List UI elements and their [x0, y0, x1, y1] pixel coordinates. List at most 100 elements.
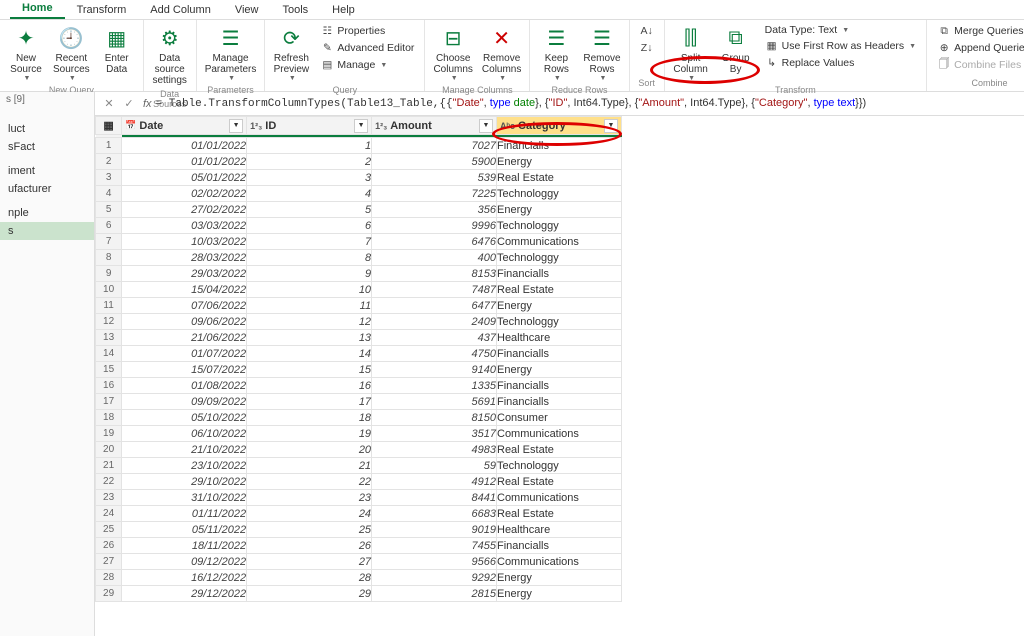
cell-category[interactable]: Technologgy: [497, 458, 622, 474]
cell-category[interactable]: Technologgy: [497, 218, 622, 234]
cell-category[interactable]: Financialls: [497, 138, 622, 154]
cell-amount[interactable]: 7027: [372, 138, 497, 154]
replace-values-button[interactable]: ↳Replace Values: [761, 55, 920, 71]
cell-date[interactable]: 27/02/2022: [122, 202, 247, 218]
manage-parameters-button[interactable]: ☰ ManageParameters ▼: [201, 22, 261, 84]
formula-text[interactable]: = Table.TransformColumnTypes(Table13_Tab…: [156, 97, 1020, 110]
cell-date[interactable]: 01/07/2022: [122, 346, 247, 362]
table-row[interactable]: 2331/10/2022238441Communications: [96, 490, 622, 506]
cell-id[interactable]: 14: [247, 346, 372, 362]
cell-amount[interactable]: 9292: [372, 570, 497, 586]
cell-amount[interactable]: 5691: [372, 394, 497, 410]
manage-button[interactable]: ▤Manage▼: [316, 57, 418, 73]
recent-sources-button[interactable]: 🕘 RecentSources ▼: [49, 22, 94, 84]
cell-id[interactable]: 27: [247, 554, 372, 570]
cell-amount[interactable]: 6683: [372, 506, 497, 522]
data-type-button[interactable]: Data Type: Text▼: [761, 23, 920, 37]
cell-category[interactable]: Energy: [497, 362, 622, 378]
cell-category[interactable]: Energy: [497, 586, 622, 602]
table-row[interactable]: 1107/06/2022116477Energy: [96, 298, 622, 314]
cell-category[interactable]: Financialls: [497, 394, 622, 410]
table-row[interactable]: 1401/07/2022144750Financialls: [96, 346, 622, 362]
cell-category[interactable]: Energy: [497, 154, 622, 170]
cell-date[interactable]: 15/04/2022: [122, 282, 247, 298]
cell-date[interactable]: 10/03/2022: [122, 234, 247, 250]
column-header-amount[interactable]: 1²₃Amount▼: [372, 117, 497, 135]
cell-amount[interactable]: 4912: [372, 474, 497, 490]
cell-id[interactable]: 5: [247, 202, 372, 218]
query-item[interactable]: nple: [0, 204, 94, 222]
cell-id[interactable]: 26: [247, 538, 372, 554]
advanced-editor-button[interactable]: ✎Advanced Editor: [316, 40, 418, 56]
tab-view[interactable]: View: [223, 1, 271, 19]
cell-id[interactable]: 11: [247, 298, 372, 314]
cell-category[interactable]: Real Estate: [497, 474, 622, 490]
cell-category[interactable]: Healthcare: [497, 522, 622, 538]
cell-date[interactable]: 01/01/2022: [122, 154, 247, 170]
cell-amount[interactable]: 4750: [372, 346, 497, 362]
cell-date[interactable]: 29/12/2022: [122, 586, 247, 602]
tab-help[interactable]: Help: [320, 1, 367, 19]
cell-date[interactable]: 23/10/2022: [122, 458, 247, 474]
refresh-preview-button[interactable]: ⟳ RefreshPreview ▼: [269, 22, 313, 84]
cell-id[interactable]: 4: [247, 186, 372, 202]
cell-amount[interactable]: 6476: [372, 234, 497, 250]
cell-amount[interactable]: 8150: [372, 410, 497, 426]
query-item[interactable]: luct: [0, 120, 94, 138]
cell-amount[interactable]: 356: [372, 202, 497, 218]
table-row[interactable]: 2021/10/2022204983Real Estate: [96, 442, 622, 458]
cell-amount[interactable]: 7455: [372, 538, 497, 554]
table-row[interactable]: 201/01/202225900Energy: [96, 154, 622, 170]
remove-columns-button[interactable]: ✕ RemoveColumns ▼: [478, 22, 525, 84]
cell-id[interactable]: 7: [247, 234, 372, 250]
cell-amount[interactable]: 8153: [372, 266, 497, 282]
cell-id[interactable]: 12: [247, 314, 372, 330]
cell-amount[interactable]: 8441: [372, 490, 497, 506]
cell-category[interactable]: Energy: [497, 570, 622, 586]
new-source-button[interactable]: ✦ NewSource ▼: [4, 22, 48, 84]
cell-id[interactable]: 29: [247, 586, 372, 602]
cell-category[interactable]: Financialls: [497, 266, 622, 282]
filter-button[interactable]: ▼: [479, 119, 493, 133]
properties-button[interactable]: ☷Properties: [316, 23, 418, 39]
cell-category[interactable]: Energy: [497, 298, 622, 314]
cell-id[interactable]: 21: [247, 458, 372, 474]
query-item[interactable]: sFact: [0, 138, 94, 156]
cell-date[interactable]: 21/10/2022: [122, 442, 247, 458]
cell-category[interactable]: Communications: [497, 554, 622, 570]
cell-date[interactable]: 05/01/2022: [122, 170, 247, 186]
cell-id[interactable]: 24: [247, 506, 372, 522]
cell-amount[interactable]: 2815: [372, 586, 497, 602]
cell-id[interactable]: 8: [247, 250, 372, 266]
cell-amount[interactable]: 59: [372, 458, 497, 474]
table-row[interactable]: 710/03/202276476Communications: [96, 234, 622, 250]
cell-id[interactable]: 9: [247, 266, 372, 282]
cell-date[interactable]: 01/11/2022: [122, 506, 247, 522]
cell-category[interactable]: Real Estate: [497, 170, 622, 186]
cell-id[interactable]: 18: [247, 410, 372, 426]
cell-amount[interactable]: 9019: [372, 522, 497, 538]
sort-asc-button[interactable]: A↓: [636, 23, 658, 39]
cell-id[interactable]: 6: [247, 218, 372, 234]
column-header-category[interactable]: AᵇcCategory▼: [497, 117, 622, 135]
query-item[interactable]: ufacturer: [0, 180, 94, 198]
table-row[interactable]: 2229/10/2022224912Real Estate: [96, 474, 622, 490]
remove-rows-button[interactable]: ☰ RemoveRows ▼: [579, 22, 624, 84]
merge-queries-button[interactable]: ⧉Merge Queries▼: [933, 23, 1024, 39]
cell-amount[interactable]: 5900: [372, 154, 497, 170]
cell-amount[interactable]: 539: [372, 170, 497, 186]
table-row[interactable]: 1709/09/2022175691Financialls: [96, 394, 622, 410]
column-header-id[interactable]: 1²₃ID▼: [247, 117, 372, 135]
table-row[interactable]: 527/02/20225356Energy: [96, 202, 622, 218]
cell-amount[interactable]: 4983: [372, 442, 497, 458]
cell-id[interactable]: 23: [247, 490, 372, 506]
table-row[interactable]: 828/03/20228400Technologgy: [96, 250, 622, 266]
cell-id[interactable]: 2: [247, 154, 372, 170]
cell-id[interactable]: 13: [247, 330, 372, 346]
commit-formula-button[interactable]: ✓: [119, 94, 139, 114]
cell-date[interactable]: 28/03/2022: [122, 250, 247, 266]
cell-amount[interactable]: 7225: [372, 186, 497, 202]
cell-date[interactable]: 01/01/2022: [122, 138, 247, 154]
cell-category[interactable]: Financialls: [497, 538, 622, 554]
split-column-button[interactable]: ⫿⫿ SplitColumn ▼: [669, 22, 713, 84]
